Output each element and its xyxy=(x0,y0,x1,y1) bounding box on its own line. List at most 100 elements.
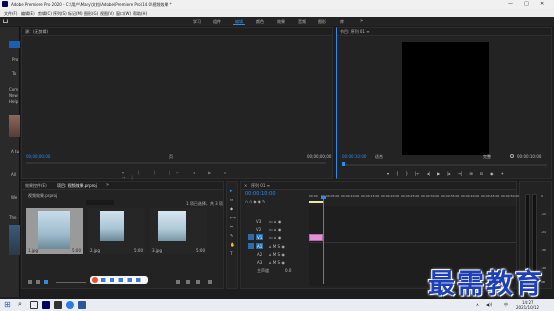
type-tool[interactable]: T xyxy=(230,251,232,256)
source-patch-v1[interactable] xyxy=(248,234,254,240)
home-icon[interactable] xyxy=(3,19,8,23)
left-fragment: All xyxy=(11,172,16,177)
source-patch-a1[interactable] xyxy=(248,243,254,249)
project-search-input[interactable] xyxy=(86,200,114,205)
clock-date[interactable]: 2021/10/12 xyxy=(516,305,539,310)
timeline-close-icon[interactable]: × xyxy=(244,183,247,188)
ime-toolbar[interactable] xyxy=(90,276,148,284)
workspace-learning[interactable]: 学习 xyxy=(193,19,201,25)
clip-name: 1.jpg xyxy=(28,248,39,253)
play-button[interactable]: ▶ xyxy=(437,171,440,176)
workspace-more[interactable]: » xyxy=(360,18,363,24)
track-headers: V3 ▭ ⌂ ◉ V2 ▭ ⌂ ◉ V1 ▭ ⌂ ◉ A1 ⌂ M S ◉ A2… xyxy=(245,218,307,270)
program-tab[interactable]: 节目: 序列 01 ≡ xyxy=(340,29,370,35)
track-target-toggle[interactable] xyxy=(249,219,254,224)
track-row[interactable]: V1 ▭ ⌂ ◉ xyxy=(245,234,307,241)
timeline-timecode[interactable]: 00:00:10:00 xyxy=(245,191,276,197)
browser-taskbar-icon[interactable] xyxy=(66,301,74,309)
tab-effect-controls[interactable]: 效果控件(E) xyxy=(25,183,47,189)
ime-tools-icon[interactable] xyxy=(101,278,145,282)
clip-name: 2.jpg xyxy=(90,248,101,253)
source-timecode-right: 00;00;00;00 xyxy=(307,154,332,159)
track-label: A2 xyxy=(257,252,263,257)
track-label: V3 xyxy=(256,219,262,224)
app-taskbar-icon[interactable] xyxy=(54,301,62,309)
workspace-graphics[interactable]: 图形 xyxy=(318,19,326,25)
track-icons[interactable]: ⌂ M S ◉ xyxy=(269,244,285,249)
selection-tool[interactable]: ▸ xyxy=(230,188,233,194)
maximize-button[interactable]: □ xyxy=(524,1,529,7)
workspace-color[interactable]: 颜色 xyxy=(256,19,264,25)
program-playhead[interactable] xyxy=(342,162,345,166)
ripple-tool[interactable]: ◆ xyxy=(230,206,233,211)
wrench-icon[interactable] xyxy=(510,154,514,158)
left-fragment: Com xyxy=(9,87,19,92)
icon-view-icon[interactable] xyxy=(44,280,48,284)
program-timecode-right: 00:00:10:00 xyxy=(517,154,542,159)
find-icon[interactable] xyxy=(186,280,190,284)
source-transport-controls[interactable]: ▾ { } |← ◂ ▶ ▸ →| xyxy=(122,170,242,180)
task-view-icon[interactable] xyxy=(30,301,38,309)
workspace-assembly[interactable]: 组件 xyxy=(213,19,221,25)
sequence-tab[interactable]: 序列 01 ≡ xyxy=(251,183,270,189)
track-row[interactable]: V3 ▭ ⌂ ◉ xyxy=(245,218,307,225)
window-title: Adobe Premiere Pro 2020 - C:\用户\Mary\文档\… xyxy=(11,2,172,7)
timeline-ruler[interactable]: 00:00 00:00:05:00 00:00:10:00 00:00:15:0… xyxy=(309,192,519,204)
premiere-taskbar-icon[interactable] xyxy=(42,301,50,309)
new-bin-icon[interactable] xyxy=(196,280,200,284)
program-quality-select[interactable]: 完整 xyxy=(483,154,491,160)
zoom-slider[interactable] xyxy=(56,282,86,283)
watermark-logo: 最需教育 xyxy=(428,269,544,300)
slip-tool[interactable]: ⟷ xyxy=(230,215,236,220)
close-button[interactable]: ✕ xyxy=(540,1,544,7)
program-video-frame xyxy=(402,42,489,155)
workspace-effects[interactable]: 效果 xyxy=(277,19,285,25)
tray-expand-icon[interactable]: ∧ xyxy=(476,302,479,307)
track-row[interactable]: A3 ⌂ M S ◉ xyxy=(245,259,307,266)
workspace-libraries[interactable]: 库 xyxy=(340,19,344,25)
ime-indicator[interactable]: 中 xyxy=(504,302,508,308)
left-fragment: We xyxy=(11,195,18,200)
track-icons[interactable]: ▭ ⌂ ◉ xyxy=(269,227,281,232)
playhead-line[interactable] xyxy=(323,198,324,284)
track-row[interactable]: V2 ▭ ⌂ ◉ xyxy=(245,226,307,233)
tab-project[interactable]: 项目: 视频效果.prproj xyxy=(57,183,97,189)
list-view-icon[interactable] xyxy=(36,280,40,284)
new-item-icon[interactable] xyxy=(176,280,180,284)
minimize-button[interactable]: — xyxy=(508,1,513,7)
track-icons[interactable]: ⌂ M S ◉ xyxy=(269,252,285,257)
program-fit-select[interactable]: 适合 xyxy=(375,154,383,160)
track-icons[interactable]: ▭ ⌂ ◉ xyxy=(269,235,281,240)
pencil-icon[interactable] xyxy=(28,280,32,284)
taskbar-search-icon[interactable]: ⌕ xyxy=(18,300,22,309)
source-scrub-bar[interactable] xyxy=(26,162,326,164)
program-scrub-bar[interactable] xyxy=(342,164,547,166)
left-edge-panel: Pro To Com New Help A tu All We The xyxy=(0,27,20,297)
track-row[interactable]: A1 ⌂ M S ◉ xyxy=(245,243,307,250)
source-tab[interactable]: 源：(无剪辑) xyxy=(25,29,48,35)
razor-tool[interactable]: ✂ xyxy=(230,224,233,229)
hand-tool[interactable]: ✋ xyxy=(230,242,235,247)
pen-tool[interactable]: ✎ xyxy=(230,233,233,238)
volume-icon[interactable]: ◀)) xyxy=(486,302,492,307)
track-select-tool[interactable]: ⇔ xyxy=(230,197,233,202)
word-taskbar-icon[interactable] xyxy=(78,301,86,309)
camera-icon[interactable]: ◉ xyxy=(490,171,494,176)
playhead-handle[interactable] xyxy=(321,196,326,199)
work-area-bar[interactable] xyxy=(309,201,323,203)
track-icons[interactable]: ▭ ⌂ ◉ xyxy=(269,219,281,224)
clip-thumbnail[interactable]: 1.jpg 5:00 xyxy=(26,208,83,254)
start-button[interactable]: ⊞ xyxy=(4,300,11,309)
track-icons[interactable]: ⌂ M S ◉ xyxy=(269,260,285,265)
trash-icon[interactable] xyxy=(208,280,212,284)
video-clip[interactable] xyxy=(309,234,323,241)
clip-name: 3.jpg xyxy=(152,248,163,253)
clip-thumbnail[interactable]: 3.jpg 5:00 xyxy=(150,208,207,254)
tab-more[interactable]: » xyxy=(106,182,109,188)
workspace-audio[interactable]: 音频 xyxy=(298,19,306,25)
master-track-value[interactable]: 0.0 xyxy=(285,268,291,273)
track-row[interactable]: A2 ⌂ M S ◉ xyxy=(245,251,307,258)
timeline-tool-icons[interactable]: ∩ ∩ ◆ ◆ ✎ xyxy=(245,199,305,204)
program-transport-controls[interactable]: ▾{} |← ◂| ▶ |▸ →| ⊞ ⊟ ◉ + xyxy=(387,171,547,177)
clip-thumbnail[interactable]: 2.jpg 5:00 xyxy=(88,208,145,254)
